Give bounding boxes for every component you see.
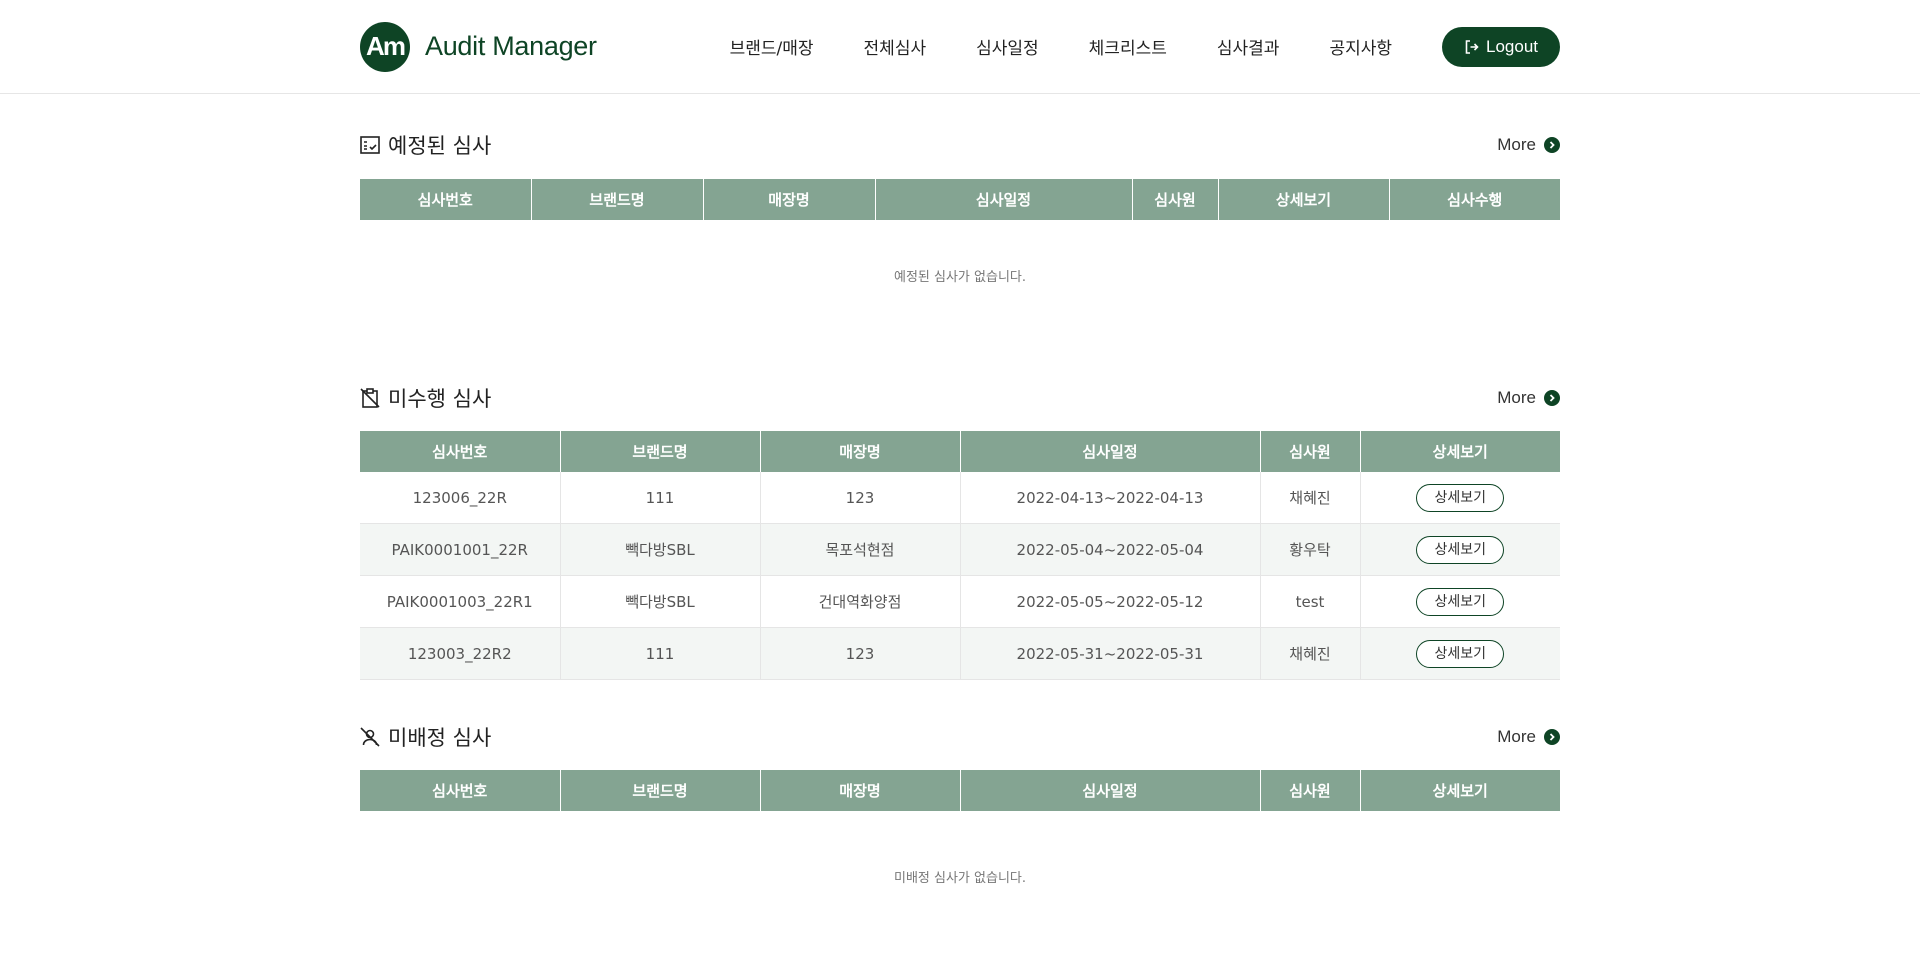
cell-audit-schedule: 2022-05-05~2022-05-12 — [959, 575, 1260, 628]
col-audit-number: 심사번호 — [360, 770, 560, 811]
col-detail: 상세보기 — [1359, 770, 1560, 811]
section-title: 미수행 심사 — [388, 387, 492, 411]
col-auditor: 심사원 — [1259, 431, 1360, 472]
more-label: More — [1497, 388, 1536, 407]
col-store-name: 매장명 — [702, 179, 875, 220]
cell-audit-number: 123006_22R — [360, 472, 560, 524]
table-row: PAIK0001003_22R1 빽다방SBL 건대역화양점 2022-05-0… — [360, 575, 1560, 628]
cell-store-name: 건대역화양점 — [759, 575, 960, 628]
chevron-right-icon — [1544, 729, 1560, 745]
logo[interactable]: Am Audit Manager — [360, 21, 597, 72]
nav-audit-results[interactable]: 심사결과 — [1217, 34, 1280, 59]
col-audit-schedule: 심사일정 — [959, 770, 1260, 811]
scheduled-audits-section: 예정된 심사 More 심사번호 브랜드명 매장명 심사일정 심사원 상세보기 … — [360, 130, 1560, 335]
cell-store-name: 123 — [759, 627, 960, 680]
empty-message: 미배정 심사가 없습니다. — [894, 871, 1026, 886]
logout-icon — [1465, 39, 1479, 54]
cell-auditor: 황우탁 — [1259, 523, 1360, 576]
col-audit-schedule: 심사일정 — [959, 431, 1260, 472]
cell-audit-schedule: 2022-04-13~2022-04-13 — [959, 472, 1260, 524]
more-link[interactable]: More — [1497, 383, 1560, 413]
detail-button[interactable]: 상세보기 — [1416, 639, 1505, 668]
table-header-row: 심사번호 브랜드명 매장명 심사일정 심사원 상세보기 심사수행 — [360, 179, 1560, 220]
more-link[interactable]: More — [1497, 130, 1560, 160]
checklist-icon — [360, 135, 380, 155]
main-nav: 브랜드/매장 전체심사 심사일정 체크리스트 심사결과 공지사항 — [730, 34, 1392, 59]
nav-brand-store[interactable]: 브랜드/매장 — [730, 34, 814, 59]
col-audit-number: 심사번호 — [360, 431, 560, 472]
section-header: 미수행 심사 More — [360, 383, 1560, 413]
nav-all-audits[interactable]: 전체심사 — [864, 34, 927, 59]
cell-audit-schedule: 2022-05-04~2022-05-04 — [959, 523, 1260, 576]
logout-button[interactable]: Logout — [1442, 26, 1560, 67]
more-label: More — [1497, 727, 1536, 746]
cell-brand-name: 111 — [559, 627, 760, 680]
cell-auditor: 채혜진 — [1259, 627, 1360, 680]
table-header-row: 심사번호 브랜드명 매장명 심사일정 심사원 상세보기 — [360, 770, 1560, 811]
cell-brand-name: 빽다방SBL — [559, 575, 760, 628]
cell-auditor: 채혜진 — [1259, 472, 1360, 524]
col-audit-number: 심사번호 — [360, 179, 531, 220]
cell-audit-schedule: 2022-05-31~2022-05-31 — [959, 627, 1260, 680]
section-title: 예정된 심사 — [388, 134, 492, 158]
header-inner: Am Audit Manager 브랜드/매장 전체심사 심사일정 체크리스트 … — [360, 0, 1560, 93]
nav-audit-schedule[interactable]: 심사일정 — [976, 34, 1039, 59]
cell-detail: 상세보기 — [1359, 575, 1560, 628]
cell-brand-name: 빽다방SBL — [559, 523, 760, 576]
chevron-right-icon — [1544, 390, 1560, 406]
unperformed-audits-table: 심사번호 브랜드명 매장명 심사일정 심사원 상세보기 123006_22R 1… — [360, 431, 1560, 680]
table-row: 123003_22R2 111 123 2022-05-31~2022-05-3… — [360, 627, 1560, 680]
table-row: 123006_22R 111 123 2022-04-13~2022-04-13… — [360, 472, 1560, 524]
col-auditor: 심사원 — [1259, 770, 1360, 811]
section-header: 예정된 심사 More — [360, 130, 1560, 160]
cell-detail: 상세보기 — [1359, 472, 1560, 524]
detail-button[interactable]: 상세보기 — [1416, 483, 1505, 512]
clipboard-off-icon — [360, 388, 380, 408]
header: Am Audit Manager 브랜드/매장 전체심사 심사일정 체크리스트 … — [0, 0, 1920, 94]
col-brand-name: 브랜드명 — [530, 179, 703, 220]
logout-label: Logout — [1486, 36, 1538, 56]
unperformed-audits-section: 미수행 심사 More 심사번호 브랜드명 매장명 심사일정 심사원 상세보기 … — [360, 383, 1560, 680]
section-header: 미배정 심사 More — [360, 722, 1560, 752]
cell-auditor: test — [1259, 575, 1360, 628]
table-header-row: 심사번호 브랜드명 매장명 심사일정 심사원 상세보기 — [360, 431, 1560, 472]
col-store-name: 매장명 — [759, 770, 960, 811]
cell-detail: 상세보기 — [1359, 523, 1560, 576]
detail-button[interactable]: 상세보기 — [1416, 587, 1505, 616]
user-off-icon — [360, 727, 380, 747]
more-label: More — [1497, 135, 1536, 154]
more-link[interactable]: More — [1497, 722, 1560, 752]
cell-brand-name: 111 — [559, 472, 760, 524]
cell-audit-number: 123003_22R2 — [360, 627, 560, 680]
cell-store-name: 목포석현점 — [759, 523, 960, 576]
col-store-name: 매장명 — [759, 431, 960, 472]
col-audit-schedule: 심사일정 — [874, 179, 1132, 220]
chevron-right-icon — [1544, 137, 1560, 153]
col-detail: 상세보기 — [1359, 431, 1560, 472]
logo-mark: Am — [360, 21, 410, 72]
unassigned-audits-table: 심사번호 브랜드명 매장명 심사일정 심사원 상세보기 — [360, 770, 1560, 811]
col-brand-name: 브랜드명 — [559, 431, 760, 472]
scheduled-audits-table: 심사번호 브랜드명 매장명 심사일정 심사원 상세보기 심사수행 — [360, 179, 1560, 220]
unassigned-audits-section: 미배정 심사 More 심사번호 브랜드명 매장명 심사일정 심사원 상세보기 … — [360, 722, 1560, 947]
empty-message: 예정된 심사가 없습니다. — [894, 270, 1026, 285]
cell-audit-number: PAIK0001001_22R — [360, 523, 560, 576]
detail-button[interactable]: 상세보기 — [1416, 535, 1505, 564]
nav-notices[interactable]: 공지사항 — [1329, 34, 1392, 59]
col-brand-name: 브랜드명 — [559, 770, 760, 811]
col-perform-audit: 심사수행 — [1388, 179, 1560, 220]
nav-checklist[interactable]: 체크리스트 — [1089, 34, 1167, 59]
logo-text: Audit Manager — [425, 31, 597, 61]
table-row: PAIK0001001_22R 빽다방SBL 목포석현점 2022-05-04~… — [360, 523, 1560, 576]
section-title: 미배정 심사 — [388, 726, 492, 750]
col-detail: 상세보기 — [1217, 179, 1389, 220]
cell-detail: 상세보기 — [1359, 627, 1560, 680]
cell-audit-number: PAIK0001003_22R1 — [360, 575, 560, 628]
col-auditor: 심사원 — [1131, 179, 1218, 220]
cell-store-name: 123 — [759, 472, 960, 524]
